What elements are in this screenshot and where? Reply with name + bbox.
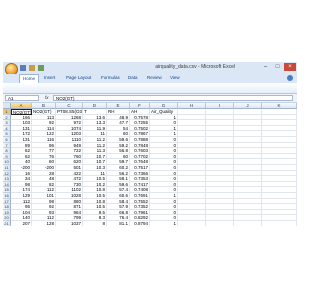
data-cell[interactable] [262,221,297,226]
window-title: airquality_data.csv - Microsoft Excel [155,64,235,70]
tab-insert[interactable]: Insert [44,75,55,80]
fx-icon[interactable]: fx [45,95,49,101]
tab-page-layout[interactable]: Page Layout [66,75,91,80]
tab-view[interactable]: View [170,75,180,80]
formula-bar: A1 fx NO2(GT) [3,94,297,103]
data-cell[interactable]: 1037 [56,221,83,226]
tab-home[interactable]: Home [19,74,40,83]
tab-review[interactable]: Review [147,75,162,80]
title-bar: airquality_data.csv - Microsoft Excel – … [3,62,297,76]
data-cell[interactable]: 207 [11,221,32,226]
data-cell[interactable]: 81.1 [107,221,130,226]
data-cell[interactable]: 8 [83,221,107,226]
formula-input[interactable]: NO2(GT) [53,95,293,101]
name-box[interactable]: A1 [5,95,39,101]
data-cell[interactable] [206,221,234,226]
help-icon[interactable] [287,75,293,81]
maximize-button[interactable]: □ [272,63,283,71]
data-cell[interactable]: 1 [150,221,178,226]
ribbon-tabs: Home Insert Page Layout Formulas Data Re… [3,74,297,83]
data-cell[interactable]: 0.8794 [130,221,150,226]
tab-formulas[interactable]: Formulas [101,75,120,80]
close-button[interactable]: × [284,63,296,71]
spreadsheet-grid[interactable]: A B C D E F G H I J K 1 NO2(GT) NO2(GT) PT08.S5(O3) T RH… [3,103,297,226]
data-cell[interactable] [234,221,262,226]
ribbon-body [3,83,297,94]
excel-window: airquality_data.csv - Microsoft Excel – … [3,62,297,226]
row-header[interactable]: 21 [3,221,11,226]
data-cell[interactable]: 128 [32,221,56,226]
data-cell[interactable] [178,221,206,226]
minimize-button[interactable]: – [260,63,271,71]
tab-data[interactable]: Data [128,75,138,80]
